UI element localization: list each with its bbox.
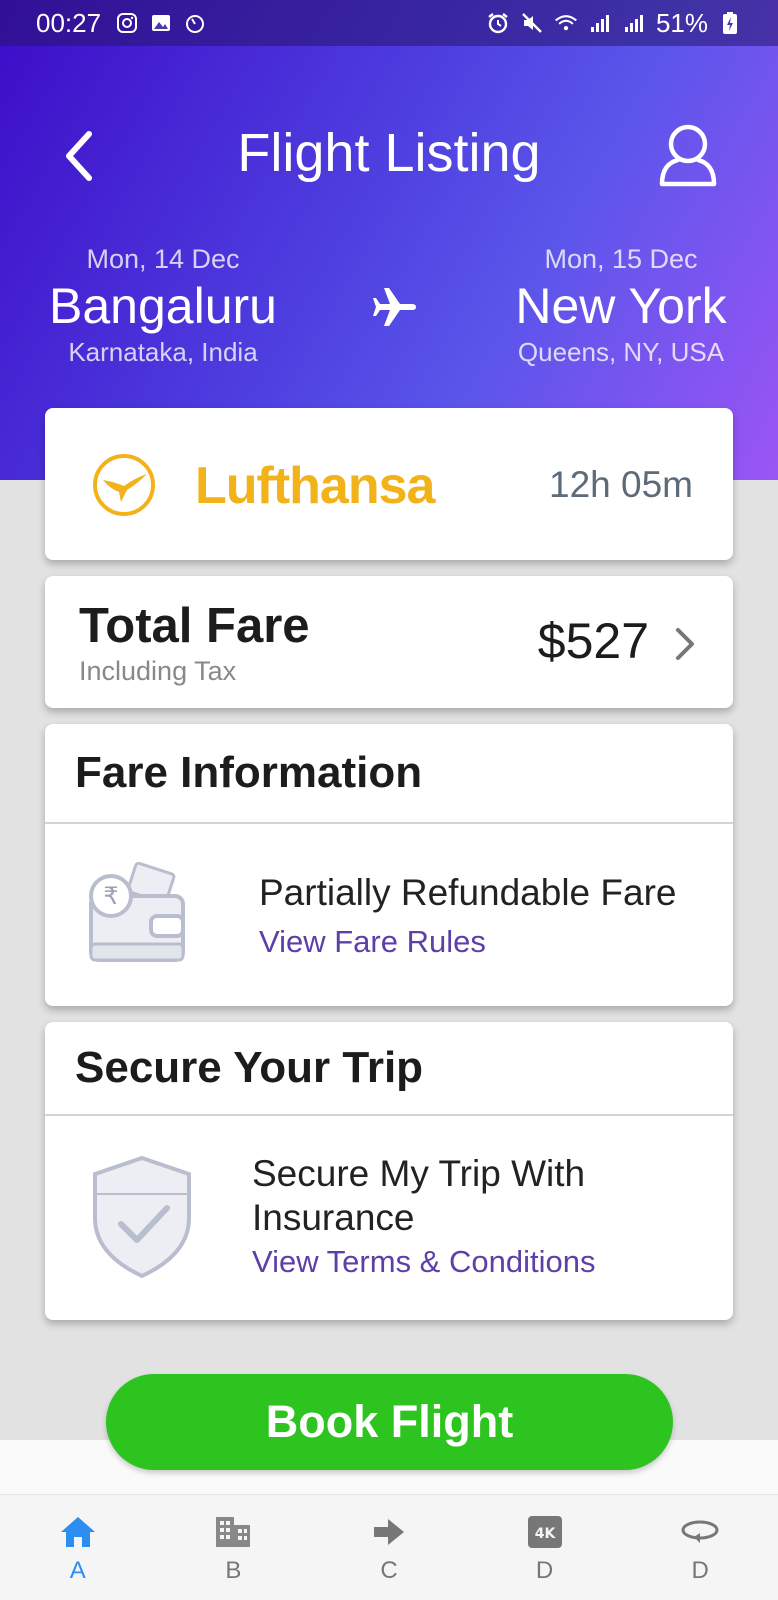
tab-a[interactable]: A (0, 1495, 156, 1600)
tab-label: D (535, 1557, 554, 1584)
4k-icon: 4K (525, 1513, 565, 1551)
total-fare-card[interactable]: Total Fare Including Tax $527 (45, 576, 733, 708)
battery-icon (718, 11, 742, 35)
fare-information-heading: Fare Information (45, 724, 733, 824)
tab-d[interactable]: 4K D (467, 1495, 623, 1600)
origin-region: Karnataka, India (68, 337, 258, 367)
book-flight-button[interactable]: Book Flight (106, 1374, 673, 1470)
fare-information-card: Fare Information ₹ Partially Refundable … (45, 724, 733, 1006)
wifi-icon (554, 11, 578, 35)
total-fare-title: Total Fare (79, 599, 310, 653)
tab-label: D (691, 1557, 709, 1584)
rotate-icon (680, 1513, 720, 1551)
shield-check-icon (89, 1154, 195, 1280)
view-terms-link[interactable]: View Terms & Conditions (252, 1244, 595, 1280)
route-destination: Mon, 15 Dec New York Queens, NY, USA (471, 244, 771, 368)
tab-label: A (69, 1557, 86, 1584)
status-bar: 00:27 51% (0, 0, 778, 46)
profile-button[interactable] (656, 122, 720, 190)
origin-date: Mon, 14 Dec (86, 244, 240, 274)
alarm-icon (486, 11, 510, 35)
refund-policy-text: Partially Refundable Fare (259, 872, 677, 913)
instagram-icon (115, 11, 139, 35)
airplane-icon (372, 284, 418, 330)
chevron-right-icon (673, 626, 697, 662)
lufthansa-crane-icon (91, 452, 157, 518)
origin-city: Bangaluru (49, 278, 277, 334)
signal-icon (588, 11, 612, 35)
tab-b[interactable]: B (156, 1495, 312, 1600)
building-icon (213, 1513, 253, 1551)
destination-date: Mon, 15 Dec (544, 244, 698, 274)
destination-region: Queens, NY, USA (517, 337, 725, 367)
tab-label: C (380, 1557, 398, 1584)
svg-text:4K: 4K (534, 1526, 556, 1542)
svg-text:₹: ₹ (103, 882, 118, 910)
tab-c[interactable]: C (311, 1495, 467, 1600)
home-icon (58, 1513, 98, 1551)
view-fare-rules-link[interactable]: View Fare Rules (259, 924, 486, 960)
tab-label: B (225, 1557, 242, 1584)
airline-card: Lufthansa 12h 05m (45, 408, 733, 560)
route-origin: Mon, 14 Dec Bangaluru Karnataka, India (13, 244, 313, 368)
secure-trip-card: Secure Your Trip Secure My Trip With Ins… (45, 1022, 733, 1320)
flight-duration: 12h 05m (549, 464, 693, 505)
status-time: 00:27 (36, 7, 102, 38)
wallet-rupee-icon: ₹ (81, 860, 189, 968)
total-fare-amount: $527 (537, 613, 649, 669)
image-icon (149, 11, 173, 35)
timer-icon (183, 11, 207, 35)
total-fare-subtitle: Including Tax (79, 656, 237, 686)
airline-name: Lufthansa (195, 457, 435, 515)
mute-icon (520, 11, 544, 35)
user-icon (659, 124, 717, 187)
destination-city: New York (515, 278, 727, 334)
battery-percentage: 51% (655, 7, 708, 38)
secure-trip-heading: Secure Your Trip (45, 1022, 733, 1116)
bottom-tab-bar: A B C 4K D D (0, 1494, 778, 1600)
tab-e[interactable]: D (622, 1495, 778, 1600)
insurance-text: Secure My Trip With Insurance (252, 1153, 586, 1238)
signal-icon (622, 11, 646, 35)
arrow-right-icon (369, 1513, 409, 1551)
